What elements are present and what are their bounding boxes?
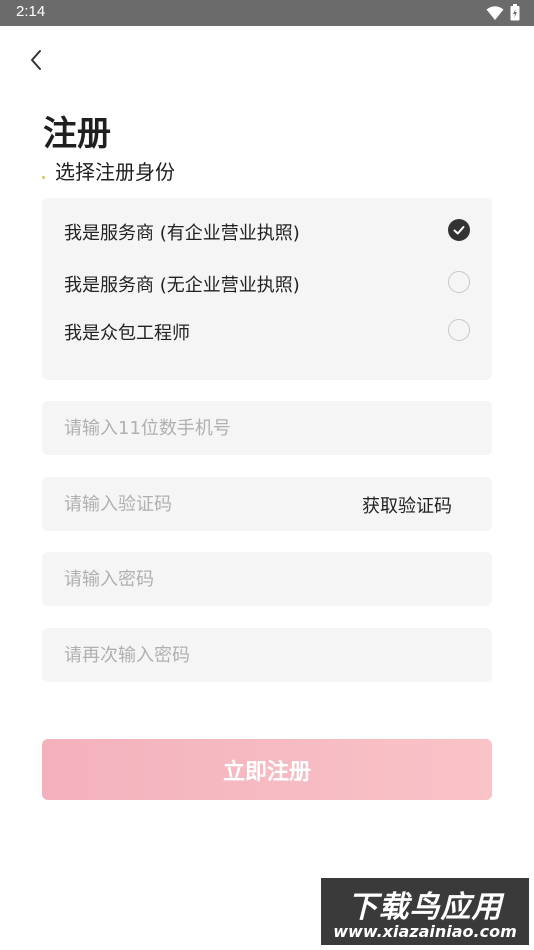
chevron-left-icon — [29, 49, 43, 75]
watermark-title: 下载鸟应用 — [347, 890, 503, 925]
radio-checked-icon[interactable] — [448, 219, 470, 241]
radio-unchecked-icon[interactable] — [448, 319, 470, 341]
section-title: 选择注册身份 — [55, 160, 175, 184]
watermark-logo: 下载鸟应用 www.xiazainiao.com — [319, 876, 531, 947]
role-option-label: 我是众包工程师 — [64, 323, 190, 344]
password-field — [42, 552, 492, 606]
role-option-unlicensed-provider[interactable]: 我是服务商 (无企业营业执照) — [42, 262, 492, 302]
role-option-licensed-provider[interactable]: 我是服务商 (有企业营业执照) — [42, 210, 492, 250]
watermark-url: www.xiazainiao.com — [333, 922, 517, 941]
verification-code-field: 获取验证码 — [42, 477, 492, 531]
back-button[interactable] — [22, 48, 50, 76]
get-code-button[interactable]: 获取验证码 — [362, 492, 452, 518]
phone-input[interactable] — [64, 401, 344, 455]
role-option-label: 我是服务商 (无企业营业执照) — [64, 275, 300, 296]
battery-icon — [510, 4, 520, 25]
section-marker — [42, 176, 45, 179]
wifi-icon — [486, 5, 504, 25]
role-selection-card: 我是服务商 (有企业营业执照) 我是服务商 (无企业营业执照) 我是众包工程师 — [42, 198, 492, 380]
password-input[interactable] — [64, 552, 344, 606]
register-button[interactable]: 立即注册 — [42, 739, 492, 800]
confirm-password-input[interactable] — [64, 628, 344, 682]
confirm-password-field — [42, 628, 492, 682]
status-time: 2:14 — [16, 3, 46, 20]
page-title: 注册 — [43, 114, 111, 154]
phone-field — [42, 401, 492, 455]
status-bar: 2:14 — [0, 0, 534, 26]
radio-unchecked-icon[interactable] — [448, 271, 470, 293]
role-option-crowd-engineer[interactable]: 我是众包工程师 — [42, 310, 492, 350]
status-icons — [486, 4, 520, 25]
verification-code-input[interactable] — [64, 477, 344, 531]
role-option-label: 我是服务商 (有企业营业执照) — [64, 223, 300, 244]
